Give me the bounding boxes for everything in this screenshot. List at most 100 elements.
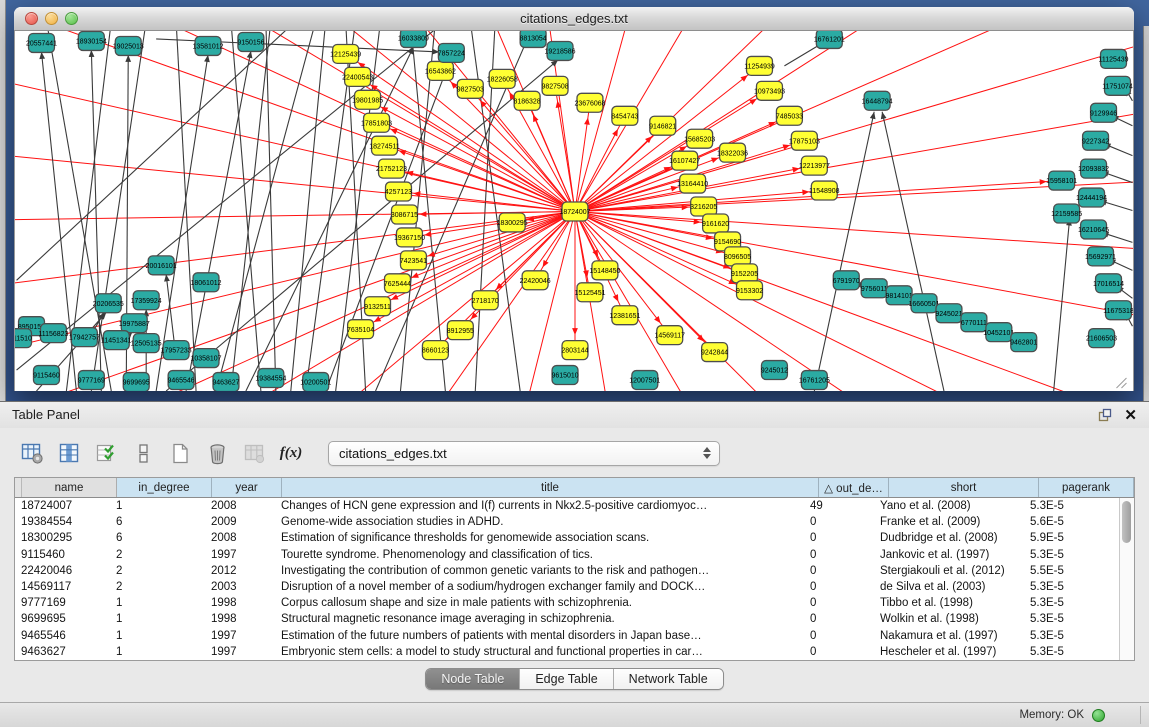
graph-node[interactable]: 9827508 [541, 76, 568, 95]
view-mode-icon[interactable] [131, 441, 155, 465]
memory-status-label[interactable]: Memory: OK [1019, 709, 1084, 721]
table-scrollbar[interactable] [1119, 498, 1134, 660]
graph-node[interactable]: 17016514 [1093, 274, 1124, 293]
graph-node[interactable]: 11156823 [38, 324, 68, 343]
graph-node[interactable]: 17359924 [131, 291, 162, 310]
graph-node[interactable]: 20557441 [26, 33, 57, 52]
graph-node[interactable]: 11254939 [744, 56, 775, 75]
graph-node[interactable]: 9827503 [457, 79, 484, 98]
graph-node[interactable]: 18724007 [559, 202, 590, 221]
graph-node[interactable]: 11125439 [1099, 49, 1129, 68]
column-header-name[interactable]: name [22, 478, 117, 497]
graph-node[interactable]: 20206535 [93, 294, 124, 313]
graph-node[interactable]: 7635104 [347, 320, 374, 339]
graph-node[interactable]: 9115460 [33, 366, 60, 385]
graph-node[interactable]: 11548908 [809, 181, 840, 200]
tab-edge-table[interactable]: Edge Table [520, 669, 613, 689]
table-select-dropdown[interactable]: citations_edges.txt [328, 441, 720, 466]
graph-node[interactable]: 16210645 [1078, 220, 1109, 239]
table-row[interactable]: 977716911998Corpus callosum shape and si… [15, 595, 1119, 611]
graph-node[interactable]: 12213977 [799, 156, 830, 175]
memory-ok-indicator[interactable] [1092, 709, 1105, 722]
graph-node[interactable]: 8660123 [422, 341, 449, 360]
graph-node[interactable]: 9777169 [78, 371, 105, 390]
graph-node[interactable]: 16543862 [425, 61, 456, 80]
graph-node[interactable]: 18930154 [76, 31, 107, 50]
resize-grip-icon[interactable] [1116, 378, 1126, 388]
graph-node[interactable]: 9227342 [1082, 131, 1109, 150]
graph-node[interactable]: 12159585 [1051, 204, 1082, 223]
column-header-in_degree[interactable]: in_degree [117, 478, 212, 497]
graph-node[interactable]: 10200501 [300, 373, 331, 391]
graph-node[interactable]: 18061012 [191, 273, 222, 292]
graph-node[interactable]: 6791970 [833, 271, 860, 290]
graph-node[interactable]: 9129946 [1090, 103, 1117, 122]
graph-node[interactable]: 9245012 [761, 361, 788, 380]
minimize-window-button[interactable] [45, 12, 58, 25]
graph-node[interactable]: 19801985 [352, 90, 383, 109]
graph-node[interactable]: 9152205 [731, 264, 758, 283]
graph-node[interactable]: 9150156 [237, 32, 264, 51]
table-row[interactable]: 1872400712008Changes of HCN gene express… [15, 498, 1119, 514]
graph-node[interactable]: 18226058 [487, 69, 518, 88]
graph-node[interactable]: 7625444 [384, 274, 411, 293]
graph-node[interactable]: 10973493 [754, 81, 785, 100]
graph-node[interactable]: 9465546 [168, 371, 195, 390]
show-columns-icon[interactable] [57, 441, 81, 465]
row-selection-icon[interactable] [94, 441, 118, 465]
graph-node[interactable]: 23676068 [574, 93, 605, 112]
graph-node[interactable]: 12007501 [629, 371, 660, 390]
graph-node[interactable]: 9242844 [701, 343, 728, 362]
column-header-short[interactable]: short [889, 478, 1039, 497]
graph-node[interactable]: 9462801 [1010, 333, 1037, 352]
graph-node[interactable]: 8813054 [520, 31, 547, 47]
graph-node[interactable]: 18274511 [369, 136, 400, 155]
column-header-year[interactable]: year [212, 478, 282, 497]
graph-node[interactable]: 20016101 [146, 256, 177, 275]
graph-node[interactable]: 19025013 [113, 36, 144, 55]
graph-node[interactable]: 15692971 [1085, 247, 1116, 266]
graph-node[interactable]: 14569117 [654, 326, 685, 345]
table-row[interactable]: 2242004622012Investigating the contribut… [15, 563, 1119, 579]
graph-node[interactable]: 21752123 [376, 159, 407, 178]
table-row[interactable]: 1830029562008Estimation of significance … [15, 530, 1119, 546]
close-window-button[interactable] [25, 12, 38, 25]
tab-network-table[interactable]: Network Table [614, 669, 723, 689]
graph-node[interactable]: 22400543 [342, 67, 373, 86]
graph-node[interactable]: 12381651 [609, 306, 640, 325]
delete-column-icon[interactable] [205, 441, 229, 465]
graph-node[interactable]: 3911510 [15, 329, 32, 348]
graph-node[interactable]: 4257123 [385, 182, 412, 201]
graph-node[interactable]: 16033809 [398, 31, 429, 47]
tab-node-table[interactable]: Node Table [426, 669, 520, 689]
scrollbar-thumb[interactable] [1122, 501, 1131, 543]
graph-node[interactable]: 19367150 [394, 228, 425, 247]
graph-node[interactable]: 16761201 [814, 31, 845, 48]
graph-node[interactable]: 9153302 [736, 281, 763, 300]
graph-node[interactable]: 10358107 [191, 349, 222, 368]
graph-node[interactable]: 12444194 [1076, 188, 1107, 207]
graph-node[interactable]: 12125439 [330, 44, 361, 63]
float-panel-icon[interactable] [1098, 408, 1112, 422]
graph-node[interactable]: 9699695 [123, 373, 150, 391]
graph-node[interactable]: 15685203 [684, 129, 715, 148]
graph-node[interactable]: 8096505 [724, 247, 751, 266]
network-canvas[interactable]: 1872400718300295121254392240054319801985… [14, 31, 1134, 391]
graph-node[interactable]: 15148450 [589, 261, 620, 280]
zoom-window-button[interactable] [65, 12, 78, 25]
table-row[interactable]: 946554611997Estimation of the future num… [15, 628, 1119, 644]
close-panel-icon[interactable]: ✕ [1124, 408, 1137, 423]
graph-node[interactable]: 8912955 [447, 321, 474, 340]
graph-node[interactable]: 15125451 [574, 283, 605, 302]
graph-node[interactable]: 9463627 [212, 373, 239, 391]
graph-node[interactable]: 9756011 [861, 279, 888, 298]
graph-node[interactable]: 17875103 [789, 131, 820, 150]
graph-node[interactable]: 17957233 [161, 341, 192, 360]
graph-node[interactable]: 19975887 [119, 314, 150, 333]
graph-node[interactable]: 21606503 [1086, 329, 1117, 348]
graph-node[interactable]: 11751074 [1102, 76, 1133, 95]
graph-node[interactable]: 2803144 [561, 341, 588, 360]
graph-node[interactable]: 2718170 [472, 291, 499, 310]
graph-node[interactable]: 17942757 [69, 328, 100, 347]
graph-node[interactable]: 16761205 [799, 371, 830, 390]
